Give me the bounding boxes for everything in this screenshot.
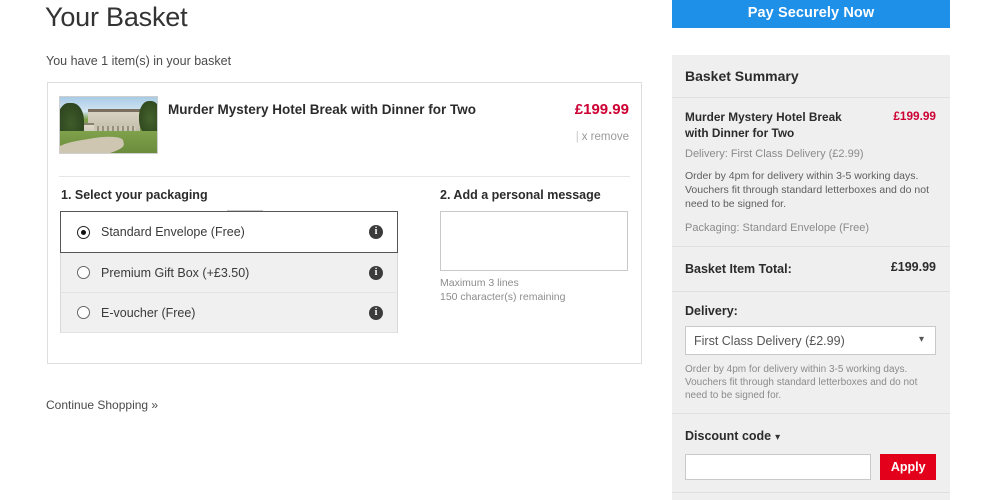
packaging-option-e-voucher[interactable]: E-voucher (Free) i	[60, 293, 398, 333]
summary-item-price: £199.99	[893, 109, 936, 123]
packaging-total-row: Packaging Total: £0.00	[672, 493, 950, 500]
discount-code-input[interactable]	[685, 454, 872, 480]
packaging-option-standard-envelope[interactable]: Standard Envelope (Free) i	[60, 211, 398, 253]
radio-e-voucher[interactable]	[77, 306, 90, 319]
summary-item-section: Murder Mystery Hotel Break with Dinner f…	[672, 98, 950, 247]
basket-item-total-row: Basket Item Total: £199.99	[672, 247, 950, 292]
discount-code-label[interactable]: Discount code	[685, 429, 771, 443]
delivery-note: Order by 4pm for delivery within 3-5 wor…	[685, 364, 918, 401]
remove-separator: |	[575, 131, 579, 143]
product-thumbnail[interactable]	[59, 96, 158, 154]
packaging-option-label: Standard Envelope (Free)	[101, 225, 245, 239]
discount-code-section: Discount code ▾ Apply	[672, 414, 950, 493]
summary-delivery-line: Delivery: First Class Delivery (£2.99)	[685, 148, 864, 160]
packaging-option-label: Premium Gift Box (+£3.50)	[101, 265, 250, 280]
message-hint-line-1: Maximum 3 lines	[440, 277, 519, 289]
radio-premium-gift-box[interactable]	[77, 266, 90, 279]
info-icon[interactable]: i	[369, 265, 383, 280]
basket-item-total-label: Basket Item Total:	[685, 262, 792, 276]
remove-item-link[interactable]: | x remove	[576, 131, 629, 143]
summary-item-row: Murder Mystery Hotel Break with Dinner f…	[685, 109, 936, 141]
delivery-section: Delivery: First Class Delivery (£2.99) ▾…	[672, 292, 950, 414]
card-divider	[59, 176, 630, 177]
info-icon[interactable]: i	[369, 305, 383, 320]
basket-page: Your Basket You have 1 item(s) in your b…	[0, 0, 1000, 500]
personal-message-textarea[interactable]	[440, 211, 628, 271]
message-section-title: 2. Add a personal message	[440, 188, 601, 202]
summary-delivery-description: Order by 4pm for delivery within 3-5 wor…	[685, 170, 929, 210]
continue-shopping-link[interactable]: Continue Shopping »	[46, 398, 158, 412]
delivery-select-wrapper: First Class Delivery (£2.99) ▾	[685, 318, 936, 355]
radio-standard-envelope[interactable]	[77, 225, 90, 239]
apply-discount-button[interactable]: Apply	[880, 454, 936, 480]
basket-item-row: Murder Mystery Hotel Break with Dinner f…	[48, 83, 641, 236]
packaging-option-premium-gift-box[interactable]: Premium Gift Box (+£3.50) i	[60, 253, 398, 293]
basket-item-total-value: £199.99	[890, 260, 936, 274]
delivery-select[interactable]: First Class Delivery (£2.99)	[685, 326, 936, 355]
discount-code-row: Apply	[685, 454, 936, 480]
basket-item-count: You have 1 item(s) in your basket	[46, 54, 232, 68]
basket-summary-title: Basket Summary	[672, 55, 950, 98]
packaging-option-label: E-voucher (Free)	[101, 305, 196, 320]
summary-packaging-line: Packaging: Standard Envelope (Free)	[685, 222, 870, 234]
pay-securely-now-button[interactable]: Pay Securely Now	[672, 0, 950, 28]
remove-item-label: x remove	[581, 131, 629, 143]
basket-sidebar: Pay Securely Now Basket Summary Murder M…	[672, 0, 950, 500]
message-hint-line-2: 150 character(s) remaining	[440, 291, 566, 303]
chevron-down-icon[interactable]: ▾	[775, 432, 780, 443]
basket-main-column: Your Basket You have 1 item(s) in your b…	[0, 0, 672, 500]
packaging-section-title: 1. Select your packaging	[61, 188, 208, 202]
message-hint: Maximum 3 lines 150 character(s) remaini…	[440, 276, 565, 304]
basket-summary-panel: Basket Summary Murder Mystery Hotel Brea…	[672, 55, 950, 500]
basket-item-card: Murder Mystery Hotel Break with Dinner f…	[47, 82, 642, 364]
product-title[interactable]: Murder Mystery Hotel Break with Dinner f…	[168, 102, 476, 117]
summary-item-name: Murder Mystery Hotel Break with Dinner f…	[685, 110, 842, 140]
product-price: £199.99	[574, 101, 629, 118]
delivery-label: Delivery:	[685, 304, 738, 318]
packaging-options-list: Standard Envelope (Free) i Premium Gift …	[60, 211, 398, 333]
info-icon[interactable]: i	[369, 225, 383, 239]
page-title: Your Basket	[45, 2, 188, 32]
